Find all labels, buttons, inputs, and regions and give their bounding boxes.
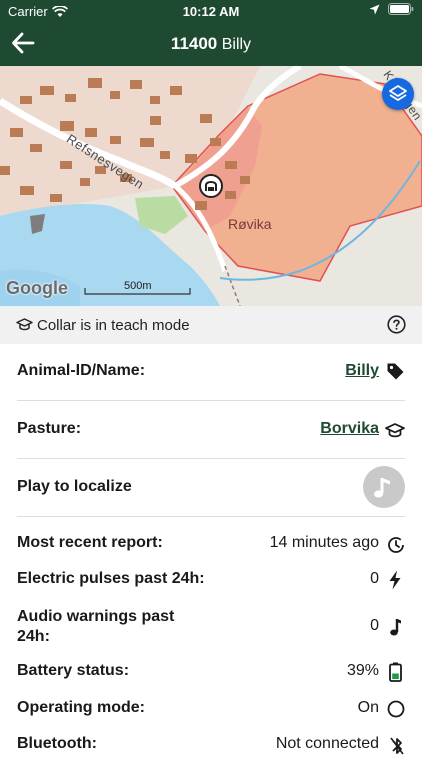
battery-level-icon <box>389 662 402 682</box>
animal-name-link[interactable]: Billy <box>345 362 379 380</box>
map-place-label: Røvika <box>228 216 272 232</box>
graduation-cap-icon <box>16 318 33 331</box>
bluetooth-value: Not connected <box>275 735 379 752</box>
battery-status-label: Battery status: <box>17 662 130 679</box>
recent-report-value: 14 minutes ago <box>269 534 379 551</box>
play-localize-label: Play to localize <box>17 478 132 495</box>
recent-report-row: Most recent report: 14 minutes ago <box>17 534 405 556</box>
divider <box>17 516 405 517</box>
electric-pulses-row: Electric pulses past 24h: 0 <box>17 570 405 592</box>
clock: 10:12 AM <box>182 4 240 19</box>
play-sound-button[interactable] <box>363 466 405 508</box>
recent-report-label: Most recent report: <box>17 534 163 551</box>
collar-icon <box>205 181 217 191</box>
animal-name-title: Billy <box>221 36 252 53</box>
page-title: 11400 Billy <box>0 34 422 54</box>
google-attribution: Google <box>6 278 68 298</box>
operating-mode-value: On <box>357 699 379 716</box>
circle-icon <box>387 700 405 718</box>
pasture-link[interactable]: Borvika <box>320 420 379 438</box>
bluetooth-row: Bluetooth: Not connected <box>17 735 405 757</box>
location-arrow-icon <box>369 4 380 14</box>
bluetooth-label: Bluetooth: <box>17 735 97 752</box>
nav-bar: 11400 Billy <box>0 22 422 66</box>
electric-pulses-label: Electric pulses past 24h: <box>17 570 205 587</box>
operating-mode-row: Operating mode: On <box>17 699 405 721</box>
help-icon[interactable] <box>387 315 406 334</box>
teach-mode-banner: Collar is in teach mode <box>0 306 422 344</box>
map-view[interactable]: Refsnesvegen Kåsvegen Røvika 500m Google <box>0 66 422 306</box>
audio-warnings-value: 0 <box>370 617 379 634</box>
battery-status-value: 39% <box>346 662 379 679</box>
animal-id-row: Animal-ID/Name: Billy <box>17 362 405 384</box>
map-scale-label: 500m <box>124 280 152 292</box>
animal-id-label: Animal-ID/Name: <box>17 362 146 379</box>
teach-mode-text: Collar is in teach mode <box>37 317 190 334</box>
music-note-icon <box>374 478 390 498</box>
animal-id-title: 11400 <box>170 34 218 53</box>
audio-warnings-label: Audio warnings past 24h: <box>17 608 175 645</box>
animal-location-marker[interactable] <box>199 174 223 198</box>
battery-status-row: Battery status: 39% <box>17 662 405 684</box>
lightning-bolt-icon <box>389 570 401 590</box>
pasture-label: Pasture: <box>17 420 82 437</box>
play-localize-row: Play to localize <box>17 478 405 500</box>
pasture-row: Pasture: Borvika <box>17 420 405 442</box>
audio-warnings-row: Audio warnings past 24h: 0 <box>17 607 405 647</box>
divider <box>17 400 405 401</box>
map-layers-button[interactable] <box>382 78 414 110</box>
clock-refresh-icon <box>388 537 404 553</box>
battery-icon <box>388 3 414 15</box>
tag-icon <box>387 363 404 380</box>
bluetooth-disabled-icon <box>390 737 404 755</box>
graduation-cap-icon <box>385 423 405 438</box>
operating-mode-label: Operating mode: <box>17 699 146 716</box>
status-bar: Carrier 10:12 AM <box>0 0 422 22</box>
music-note-icon <box>390 619 401 636</box>
divider <box>17 458 405 459</box>
electric-pulses-value: 0 <box>370 570 379 587</box>
layers-icon <box>389 85 407 101</box>
